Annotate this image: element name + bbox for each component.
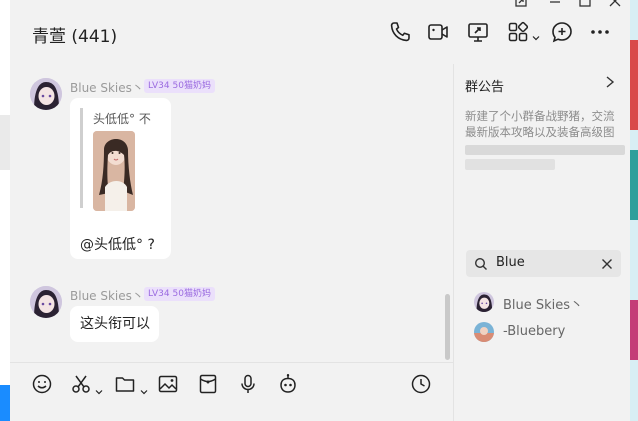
folder-icon[interactable]	[114, 373, 136, 395]
microphone-icon[interactable]	[237, 373, 259, 395]
clock-icon[interactable]	[410, 373, 432, 395]
chevron-right-icon[interactable]	[604, 74, 616, 93]
quoted-message[interactable]: 头低低° 不	[80, 108, 161, 211]
message-bubble[interactable]: 这头衔可以	[70, 306, 159, 342]
message-sender-name: Blue Skies丶	[70, 289, 144, 303]
message-list[interactable]: Blue Skies丶 LV34 50猫奶妈 头低低° 不 @头低低° ? Bl…	[10, 64, 453, 362]
group-info-panel: 群公告 新建了个小群备战野猪，交流 最新版本攻略以及装备高级图 Blue Blu…	[454, 64, 630, 421]
clear-search-icon[interactable]	[600, 256, 614, 275]
image-icon[interactable]	[157, 373, 179, 395]
search-input[interactable]: Blue	[496, 255, 525, 270]
chat-window: 青萱 (441) Blue Skies丶 LV34 50猫奶妈 头低低° 不 @…	[10, 0, 630, 421]
chevron-down-icon[interactable]	[140, 381, 148, 400]
background-app-strip-right	[630, 0, 638, 421]
member-list-item[interactable]: -Bluebery	[466, 322, 626, 346]
blurred-text	[465, 159, 555, 170]
chevron-down-icon[interactable]	[532, 27, 540, 46]
background-thumb	[630, 300, 638, 360]
avatar[interactable]	[30, 78, 62, 110]
pin-window-icon[interactable]	[514, 0, 528, 12]
member-title-badge: LV34 50猫奶妈	[144, 79, 215, 93]
message-text: 这头衔可以	[80, 316, 150, 332]
announcement-text: 新建了个小群备战野猪，交流	[465, 109, 615, 123]
video-call-icon[interactable]	[426, 20, 450, 44]
chevron-down-icon[interactable]	[95, 381, 103, 400]
screen-share-icon[interactable]	[466, 20, 490, 44]
quoted-image[interactable]	[93, 131, 135, 211]
message-text: @头低低° ?	[80, 237, 155, 253]
background-thumb	[630, 40, 638, 130]
message-sender-name: Blue Skies丶	[70, 81, 144, 95]
red-packet-icon[interactable]	[197, 373, 219, 395]
background-thumb	[630, 150, 638, 220]
robot-icon[interactable]	[277, 373, 299, 395]
member-name: -Bluebery	[503, 324, 566, 339]
announcement-text: 最新版本攻略以及装备高级图	[465, 125, 615, 139]
member-title-badge: LV34 50猫奶妈	[144, 287, 215, 301]
scissors-icon[interactable]	[70, 373, 92, 395]
emoji-icon[interactable]	[31, 373, 53, 395]
avatar	[474, 322, 494, 342]
blurred-text	[465, 145, 625, 155]
announcement-title[interactable]: 群公告	[465, 76, 504, 95]
search-icon	[474, 256, 488, 275]
message-bubble[interactable]: 头低低° 不 @头低低° ?	[70, 98, 171, 259]
maximize-icon[interactable]	[578, 0, 592, 12]
phone-icon[interactable]	[388, 20, 412, 44]
minimize-icon[interactable]	[548, 0, 562, 12]
member-search-box[interactable]: Blue	[466, 250, 621, 277]
close-icon[interactable]	[608, 0, 622, 12]
add-chat-icon[interactable]	[550, 20, 574, 44]
apps-grid-icon[interactable]	[506, 20, 530, 44]
chat-title: 青萱 (441)	[32, 27, 118, 47]
background-panel	[0, 115, 10, 170]
title-bar: 青萱 (441)	[10, 0, 630, 64]
avatar[interactable]	[30, 286, 62, 318]
quoted-sender-name: 头低低° 不	[93, 112, 151, 126]
background-app-strip-left	[0, 0, 10, 421]
background-accent	[0, 385, 10, 421]
member-list-item[interactable]: Blue Skies丶	[466, 292, 626, 316]
chat-scrollbar[interactable]	[445, 294, 450, 360]
member-name: Blue Skies丶	[503, 298, 584, 313]
input-toolbar	[10, 363, 453, 403]
more-icon[interactable]	[588, 20, 612, 44]
avatar	[474, 292, 494, 312]
